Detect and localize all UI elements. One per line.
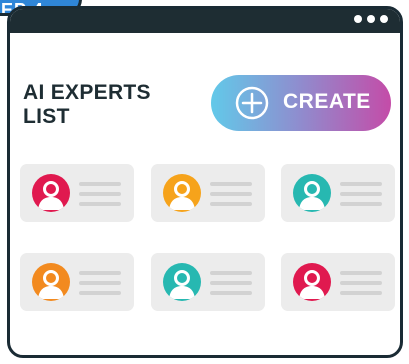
expert-card[interactable] — [281, 164, 395, 222]
placeholder-text-lines — [210, 271, 252, 301]
placeholder-line — [79, 182, 121, 186]
placeholder-line — [79, 291, 121, 295]
placeholder-line — [340, 182, 382, 186]
placeholder-line — [210, 291, 252, 295]
placeholder-line — [210, 182, 252, 186]
expert-card[interactable] — [20, 164, 134, 222]
expert-card[interactable] — [20, 253, 134, 311]
user-avatar-icon — [32, 174, 70, 212]
expert-card[interactable] — [151, 253, 265, 311]
placeholder-line — [340, 271, 382, 275]
placeholder-text-lines — [340, 271, 382, 301]
placeholder-line — [210, 202, 252, 206]
create-button[interactable]: CREATE — [211, 75, 391, 131]
dot-icon — [354, 15, 362, 23]
placeholder-line — [340, 202, 382, 206]
dot-icon — [367, 15, 375, 23]
placeholder-line — [210, 281, 252, 285]
placeholder-line — [210, 192, 252, 196]
placeholder-text-lines — [340, 182, 382, 212]
placeholder-line — [340, 291, 382, 295]
placeholder-line — [79, 202, 121, 206]
create-button-label: CREATE — [283, 90, 371, 113]
placeholder-line — [79, 271, 121, 275]
app-window: AI EXPERTS LIST CREATE — [7, 6, 403, 358]
stage: EP 4 AI EXPERTS LIST CREATE — [0, 0, 409, 364]
dot-icon — [380, 15, 388, 23]
placeholder-line — [210, 271, 252, 275]
placeholder-line — [340, 281, 382, 285]
placeholder-text-lines — [79, 182, 121, 212]
plus-circle-icon — [235, 86, 269, 120]
placeholder-text-lines — [210, 182, 252, 212]
title-bar — [10, 9, 400, 33]
placeholder-line — [79, 281, 121, 285]
page-title: AI EXPERTS LIST — [23, 81, 151, 128]
user-avatar-icon — [32, 263, 70, 301]
placeholder-text-lines — [79, 271, 121, 301]
placeholder-line — [79, 192, 121, 196]
user-avatar-icon — [163, 174, 201, 212]
placeholder-line — [340, 192, 382, 196]
user-avatar-icon — [293, 263, 331, 301]
user-avatar-icon — [163, 263, 201, 301]
user-avatar-icon — [293, 174, 331, 212]
expert-card[interactable] — [151, 164, 265, 222]
window-menu-dots[interactable] — [354, 15, 388, 23]
expert-card[interactable] — [281, 253, 395, 311]
